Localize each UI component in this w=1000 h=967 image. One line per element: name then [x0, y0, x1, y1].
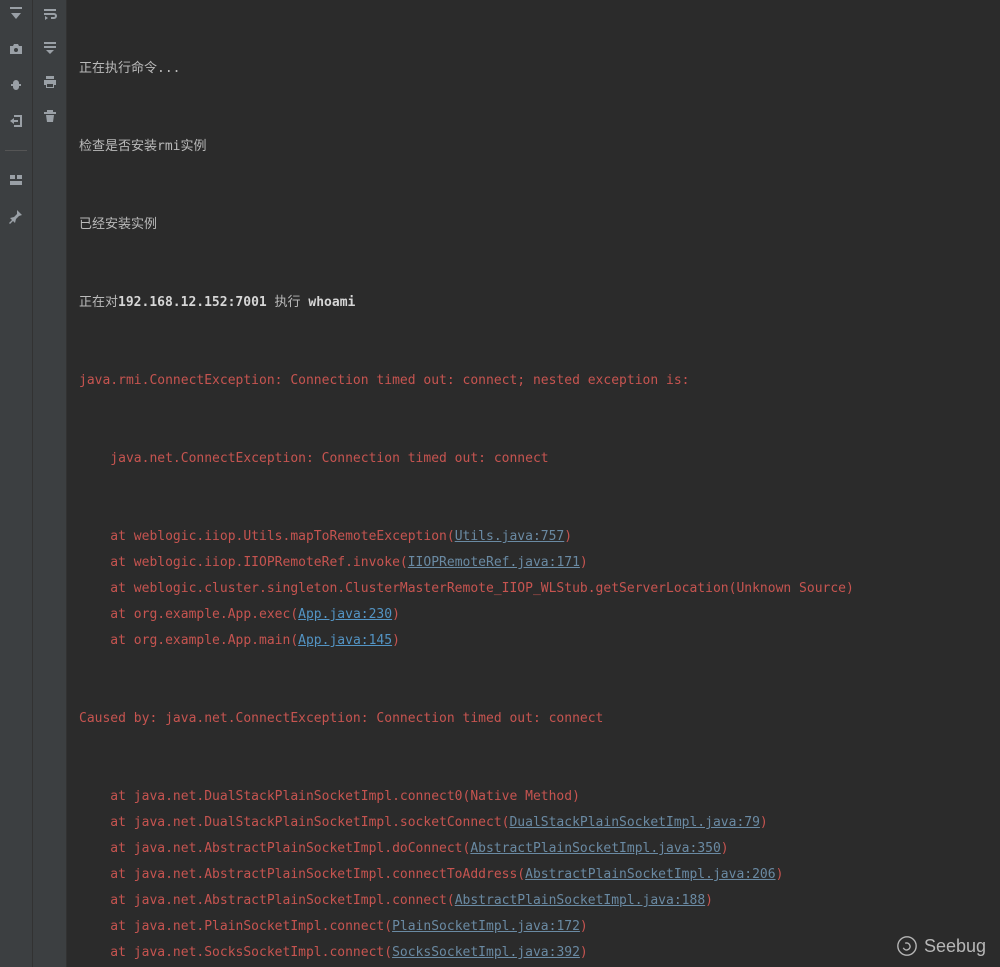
scroll-to-end-icon[interactable]: [7, 4, 25, 22]
pin-icon[interactable]: [7, 207, 25, 225]
source-link[interactable]: Utils.java:757: [455, 529, 565, 544]
stack-frame: at java.net.DualStackPlainSocketImpl.con…: [79, 784, 988, 810]
source-link[interactable]: AbstractPlainSocketImpl.java:206: [525, 867, 775, 882]
stack-frame: at java.net.AbstractPlainSocketImpl.conn…: [79, 862, 988, 888]
source-link[interactable]: SocksSocketImpl.java:392: [392, 945, 580, 960]
source-link[interactable]: App.java:145: [298, 633, 392, 648]
soft-wrap-icon[interactable]: [40, 4, 60, 24]
source-link[interactable]: AbstractPlainSocketImpl.java:188: [455, 893, 705, 908]
stack-frame: at java.net.AbstractPlainSocketImpl.doCo…: [79, 836, 988, 862]
stack-frame: at java.net.AbstractPlainSocketImpl.conn…: [79, 888, 988, 914]
run-gutter: [0, 0, 33, 967]
exception-nested: java.net.ConnectException: Connection ti…: [79, 446, 988, 472]
stack-frame: at org.example.App.exec(App.java:230): [79, 602, 988, 628]
stack-frame: at org.example.App.main(App.java:145): [79, 628, 988, 654]
bug-icon[interactable]: [7, 76, 25, 94]
watermark: Seebug: [896, 933, 986, 959]
source-link[interactable]: IIOPRemoteRef.java:171: [408, 555, 580, 570]
clear-icon[interactable]: [40, 106, 60, 126]
console-toolbar: [33, 0, 67, 967]
status-installed: 已经安装实例: [79, 212, 988, 238]
stack-frame: at weblogic.iiop.IIOPRemoteRef.invoke(II…: [79, 550, 988, 576]
source-link[interactable]: AbstractPlainSocketImpl.java:350: [470, 841, 720, 856]
caused-by: Caused by: java.net.ConnectException: Co…: [79, 706, 988, 732]
stack-frame: at java.net.PlainSocketImpl.connect(Plai…: [79, 914, 988, 940]
status-exec: 正在对192.168.12.152:7001 执行 whoami: [79, 290, 988, 316]
exception-top: java.rmi.ConnectException: Connection ti…: [79, 368, 988, 394]
console-output[interactable]: 正在执行命令... 检查是否安装rmi实例 已经安装实例 正在对192.168.…: [67, 0, 1000, 967]
source-link[interactable]: DualStackPlainSocketImpl.java:79: [509, 815, 759, 830]
separator: [5, 150, 27, 151]
stack-frame: at weblogic.iiop.Utils.mapToRemoteExcept…: [79, 524, 988, 550]
status-check: 检查是否安装rmi实例: [79, 134, 988, 160]
scroll-to-end-toolbar-icon[interactable]: [40, 38, 60, 58]
print-icon[interactable]: [40, 72, 60, 92]
watermark-text: Seebug: [924, 933, 986, 959]
status-running: 正在执行命令...: [79, 56, 988, 82]
camera-icon[interactable]: [7, 40, 25, 58]
exit-icon[interactable]: [7, 112, 25, 130]
source-link[interactable]: PlainSocketImpl.java:172: [392, 919, 580, 934]
stack-frame: at weblogic.cluster.singleton.ClusterMas…: [79, 576, 988, 602]
layout-icon[interactable]: [7, 171, 25, 189]
source-link[interactable]: App.java:230: [298, 607, 392, 622]
stack-frame: at java.net.SocksSocketImpl.connect(Sock…: [79, 940, 988, 966]
stack-frame: at java.net.DualStackPlainSocketImpl.soc…: [79, 810, 988, 836]
